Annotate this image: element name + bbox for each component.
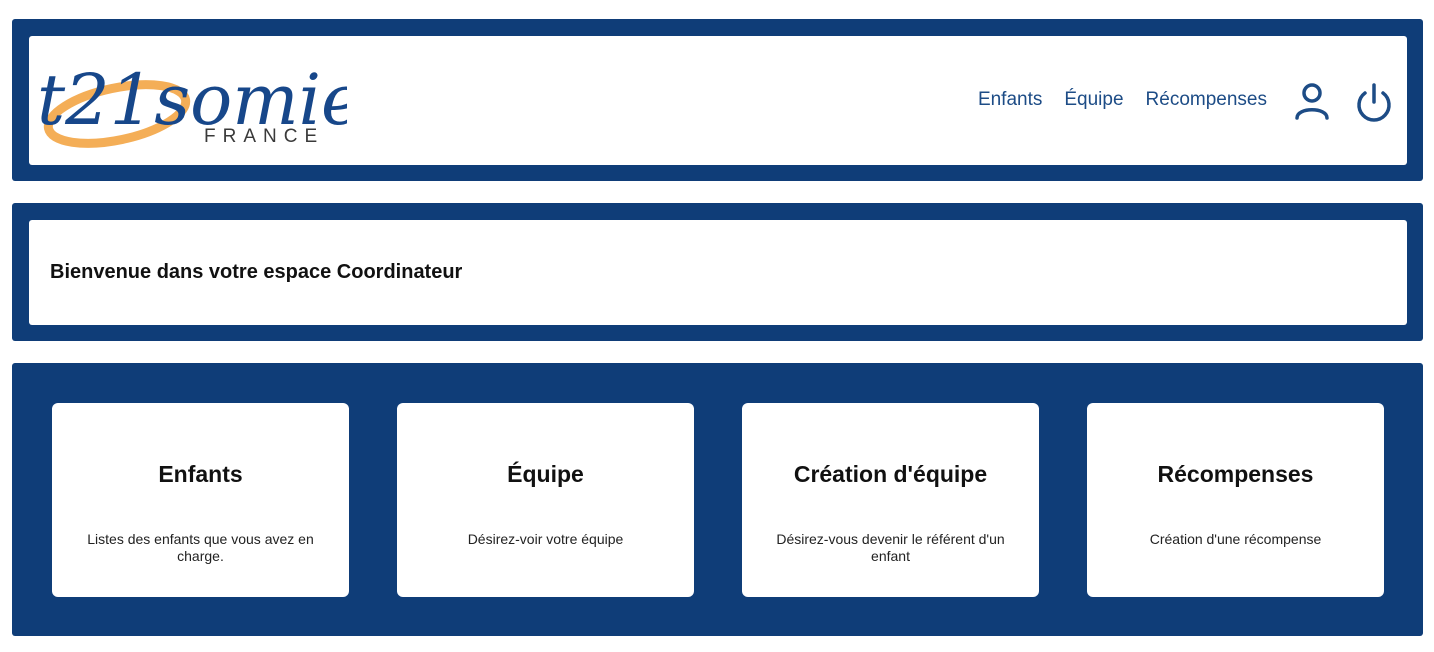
- header-bar: t21somie FRANCE Enfants Équipe Récompens…: [12, 19, 1423, 181]
- card-equipe[interactable]: Équipe Désirez-voir votre équipe: [397, 403, 694, 597]
- card-enfants[interactable]: Enfants Listes des enfants que vous avez…: [52, 403, 349, 597]
- welcome-inner: Bienvenue dans votre espace Coordinateur: [29, 220, 1407, 325]
- nav-item-enfants[interactable]: Enfants: [978, 89, 1042, 111]
- nav-item-recompenses[interactable]: Récompenses: [1146, 89, 1267, 111]
- card-title: Création d'équipe: [793, 461, 988, 487]
- card-description: Listes des enfants que vous avez en char…: [87, 531, 314, 564]
- header-inner: t21somie FRANCE Enfants Équipe Récompens…: [29, 36, 1407, 165]
- card-creation-equipe[interactable]: Création d'équipe Désirez-vous devenir l…: [742, 403, 1039, 597]
- dashboard-cards: Enfants Listes des enfants que vous avez…: [12, 363, 1423, 636]
- card-description: Désirez-voir votre équipe: [467, 531, 624, 547]
- main-nav: Enfants Équipe Récompenses: [978, 89, 1267, 111]
- card-description: Création d'une récompense: [1149, 531, 1322, 547]
- logo-subtitle: FRANCE: [204, 126, 325, 147]
- card-recompenses[interactable]: Récompenses Création d'une récompense: [1087, 403, 1384, 597]
- welcome-heading: Bienvenue dans votre espace Coordinateur: [50, 261, 463, 283]
- card-title: Équipe: [507, 461, 584, 487]
- card-title: Récompenses: [1157, 461, 1314, 487]
- user-icon[interactable]: [1292, 81, 1332, 123]
- card-description: Désirez-vous devenir le référent d'un en…: [776, 531, 1005, 564]
- nav-item-equipe[interactable]: Équipe: [1064, 89, 1123, 111]
- power-icon[interactable]: [1354, 81, 1394, 123]
- site-logo[interactable]: t21somie FRANCE: [37, 42, 362, 162]
- card-title: Enfants: [158, 461, 243, 487]
- welcome-bar: Bienvenue dans votre espace Coordinateur: [12, 203, 1423, 341]
